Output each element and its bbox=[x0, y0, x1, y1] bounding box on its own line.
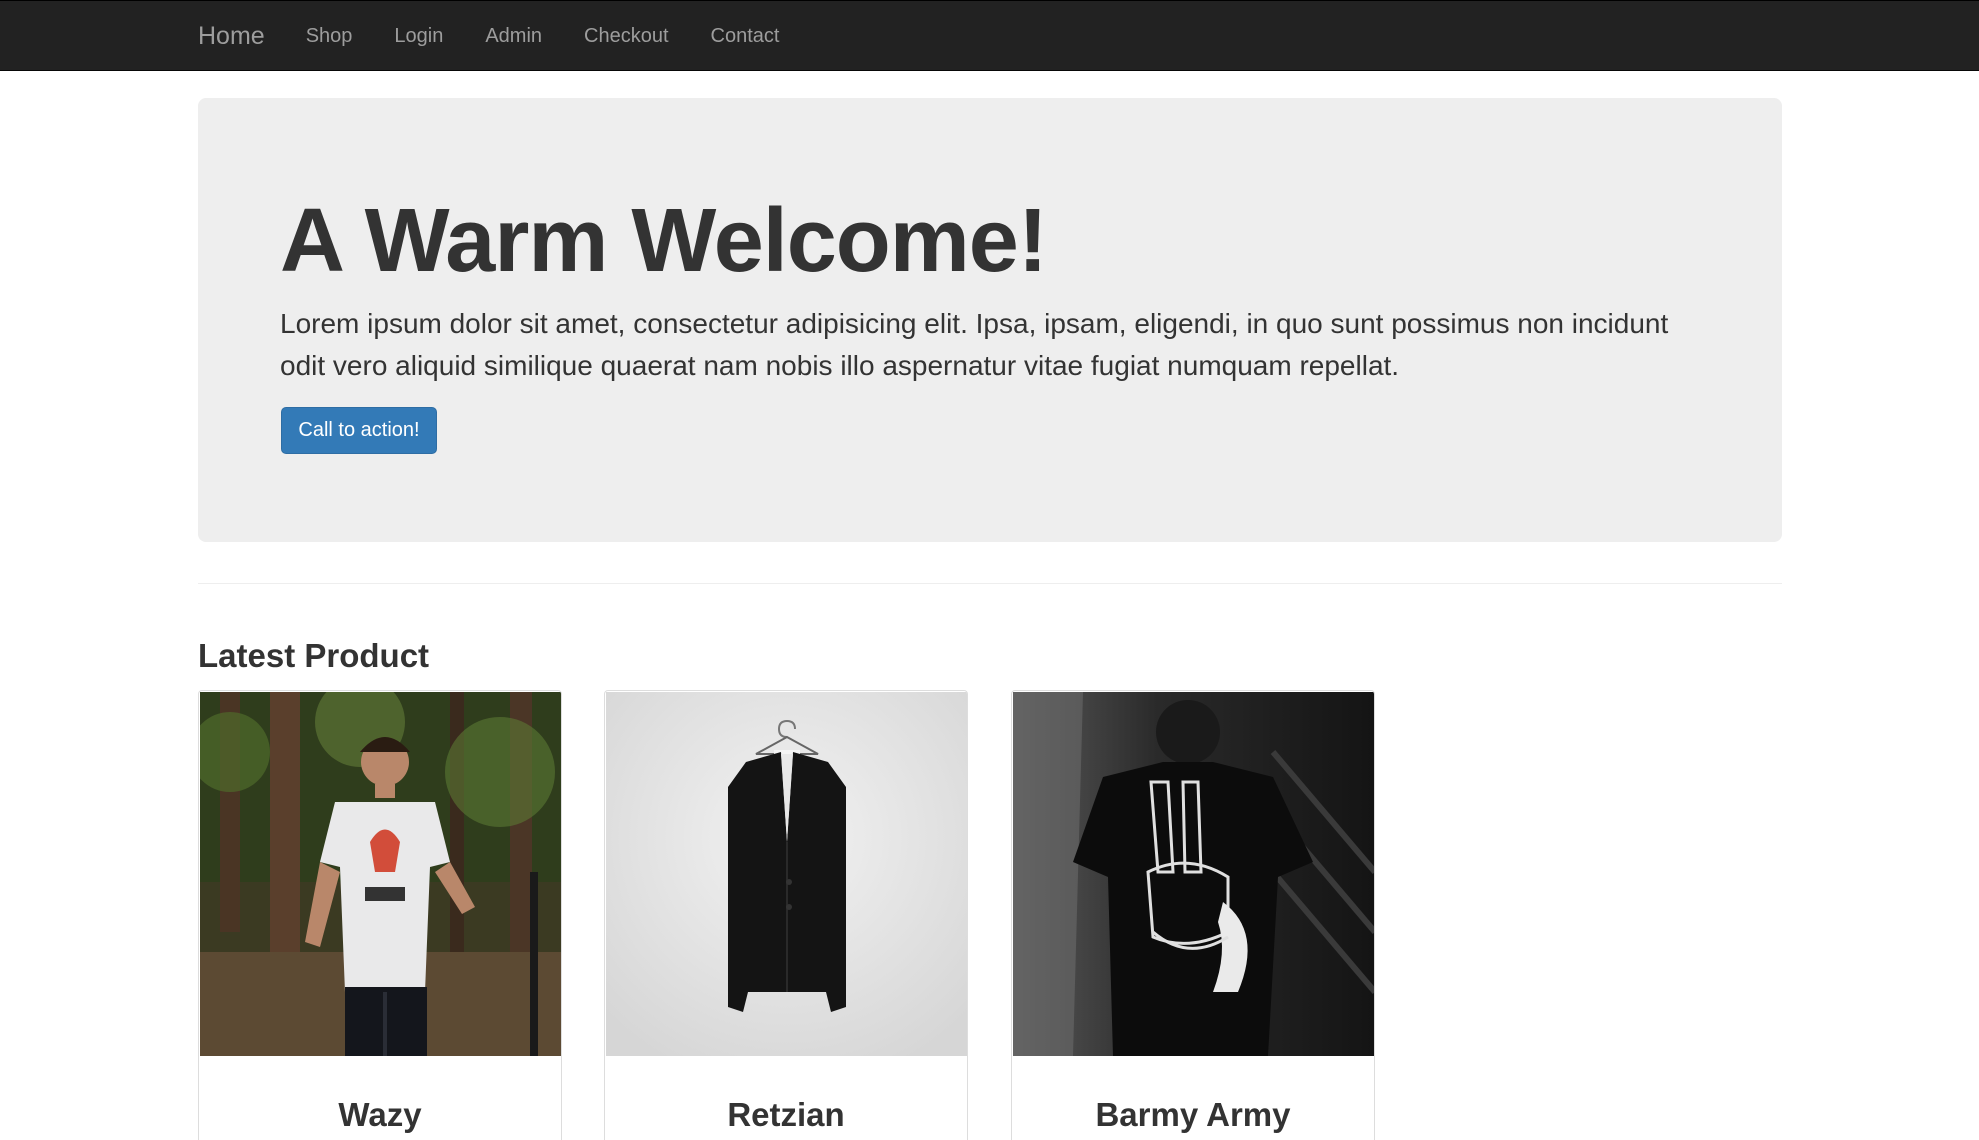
product-card[interactable]: Barmy Army bbox=[1011, 690, 1375, 1140]
product-name[interactable]: Barmy Army bbox=[1012, 1096, 1374, 1134]
nav-link-contact[interactable]: Contact bbox=[711, 25, 780, 48]
nav-container: Home Shop Login Admin Checkout Contact bbox=[198, 1, 821, 71]
hero-jumbotron: A Warm Welcome! Lorem ipsum dolor sit am… bbox=[198, 98, 1782, 542]
hero-title: A Warm Welcome! bbox=[280, 191, 1048, 291]
product-photo-black-tshirt bbox=[1013, 692, 1374, 1056]
call-to-action-button[interactable]: Call to action! bbox=[281, 407, 437, 454]
product-card[interactable]: Wazy bbox=[198, 690, 562, 1140]
product-image[interactable] bbox=[606, 692, 967, 1056]
product-card[interactable]: Retzian bbox=[604, 690, 968, 1140]
latest-product-heading: Latest Product bbox=[198, 637, 430, 674]
nav-link-shop[interactable]: Shop bbox=[306, 25, 353, 48]
top-navbar: Home Shop Login Admin Checkout Contact bbox=[0, 0, 1979, 71]
product-photo-man-tshirt bbox=[200, 692, 561, 1056]
nav-link-checkout[interactable]: Checkout bbox=[584, 25, 669, 48]
product-photo-black-blazer bbox=[606, 692, 967, 1056]
nav-link-login[interactable]: Login bbox=[394, 25, 443, 48]
nav-brand-home[interactable]: Home bbox=[198, 22, 265, 51]
section-divider bbox=[198, 583, 1782, 584]
hero-text: Lorem ipsum dolor sit amet, consectetur … bbox=[280, 308, 1669, 381]
product-image[interactable] bbox=[200, 692, 561, 1056]
nav-link-admin[interactable]: Admin bbox=[485, 25, 542, 48]
product-name[interactable]: Wazy bbox=[199, 1096, 561, 1134]
product-name[interactable]: Retzian bbox=[605, 1096, 967, 1134]
product-image[interactable] bbox=[1013, 692, 1374, 1056]
